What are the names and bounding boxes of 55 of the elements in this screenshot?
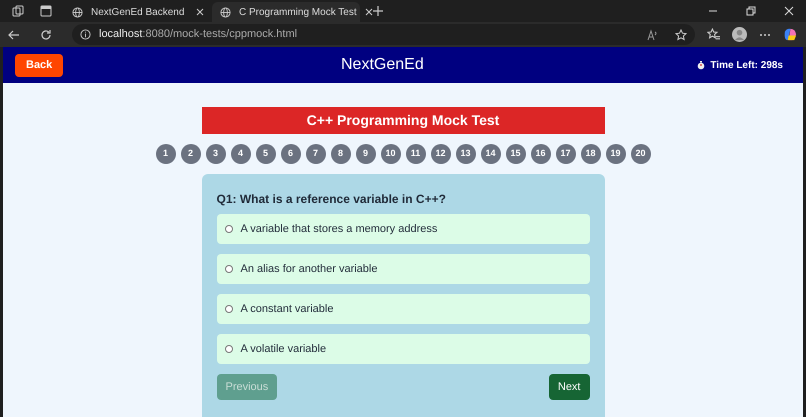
read-aloud-icon[interactable] <box>647 28 659 40</box>
question-number-button[interactable]: 16 <box>530 144 550 164</box>
close-icon[interactable] <box>784 6 794 16</box>
question-number-button[interactable]: 11 <box>406 144 426 164</box>
refresh-icon[interactable] <box>40 28 52 40</box>
question-number-button[interactable]: 19 <box>606 144 626 164</box>
question-number-button[interactable]: 13 <box>456 144 476 164</box>
close-tab-icon[interactable] <box>196 8 204 16</box>
question-number-button[interactable]: 17 <box>556 144 576 164</box>
question-number-button[interactable]: 5 <box>256 144 276 164</box>
profile-avatar-icon[interactable] <box>732 27 747 42</box>
globe-icon <box>72 6 83 18</box>
radio-button[interactable] <box>224 345 232 353</box>
star-icon[interactable] <box>675 28 687 40</box>
favorites-icon[interactable] <box>707 28 720 41</box>
question-number-button[interactable]: 18 <box>580 144 600 164</box>
answer-option[interactable]: An alias for another variable <box>216 254 590 284</box>
question-number-button[interactable]: 4 <box>230 144 250 164</box>
address-bar[interactable]: localhost:8080/mock-tests/cppmock.html <box>72 24 695 45</box>
question-number-button[interactable]: 15 <box>506 144 526 164</box>
question-number-button[interactable]: 12 <box>430 144 450 164</box>
new-tab-icon[interactable] <box>372 5 384 17</box>
question-number-button[interactable]: 7 <box>306 144 326 164</box>
question-text: Q1: What is a reference variable in C++? <box>216 191 447 208</box>
question-number-button[interactable]: 9 <box>356 144 376 164</box>
url-text: localhost:8080/mock-tests/cppmock.html <box>99 27 298 42</box>
question-number-button[interactable]: 8 <box>330 144 350 164</box>
stopwatch-icon <box>697 60 706 70</box>
radio-button[interactable] <box>224 265 232 273</box>
restore-icon[interactable] <box>746 6 756 16</box>
question-number-button[interactable]: 10 <box>380 144 400 164</box>
globe-icon <box>220 6 231 18</box>
back-arrow-icon[interactable] <box>8 28 20 40</box>
timer-text: Time Left: 298s <box>710 58 783 72</box>
answer-option[interactable]: A constant variable <box>216 294 590 324</box>
answer-option[interactable]: A volatile variable <box>216 334 590 364</box>
back-button[interactable]: Back <box>15 54 64 76</box>
brand-title: NextGenEd <box>341 55 424 75</box>
info-icon <box>80 29 91 40</box>
question-number-button[interactable]: 3 <box>206 144 226 164</box>
close-tab-icon[interactable] <box>364 8 373 16</box>
radio-button[interactable] <box>224 225 232 233</box>
question-number-button[interactable]: 1 <box>156 144 176 164</box>
question-number-button[interactable]: 20 <box>630 144 650 164</box>
browser-tab[interactable]: NextGenEd Backend <box>64 2 212 22</box>
question-number-button[interactable]: 2 <box>180 144 200 164</box>
test-title-banner: C++ Programming Mock Test <box>202 107 604 134</box>
answer-option[interactable]: A variable that stores a memory address <box>216 214 590 244</box>
question-number-button[interactable]: 6 <box>280 144 300 164</box>
radio-button[interactable] <box>224 305 232 313</box>
next-button[interactable]: Next <box>548 374 590 400</box>
question-number-button[interactable]: 14 <box>480 144 500 164</box>
copilot-icon[interactable] <box>783 27 798 42</box>
tab-actions-icon[interactable] <box>40 5 52 17</box>
workspaces-icon[interactable] <box>12 5 24 17</box>
